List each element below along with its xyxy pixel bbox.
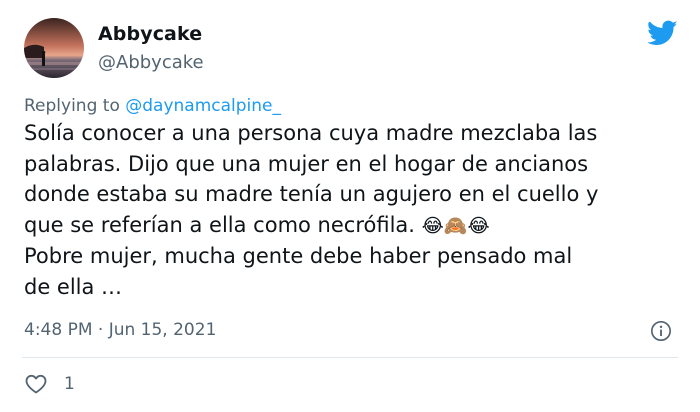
tweet-line-text: que se referían a ella como necrófila. <box>24 212 415 237</box>
like-button[interactable]: 1 <box>24 372 75 396</box>
avatar[interactable] <box>24 18 84 78</box>
tweet-text: Solía conocer a una persona cuya madre m… <box>24 118 684 302</box>
tears-of-joy-emoji: 😂 <box>467 214 490 237</box>
tweet-line: Pobre mujer, mucha gente debe haber pens… <box>24 244 573 268</box>
tweet-line: palabras. Dijo que una mujer en el hogar… <box>24 151 589 176</box>
tweet-timestamp[interactable]: 4:48 PM · Jun 15, 2021 <box>24 320 216 340</box>
info-icon[interactable] <box>650 320 672 342</box>
author-display-name[interactable]: Abbycake <box>98 23 202 45</box>
tweet-line: Solía conocer a una persona cuya madre m… <box>24 121 598 145</box>
divider <box>22 357 678 358</box>
reply-mention-link[interactable]: @daynamcalpine_ <box>125 96 281 116</box>
avatar-image <box>24 18 84 78</box>
replying-to: Replying to @daynamcalpine_ <box>24 96 281 116</box>
twitter-bird-icon[interactable] <box>648 20 678 46</box>
replying-to-label: Replying to <box>24 96 126 116</box>
tweet-line-with-emojis: que se referían a ella como necrófila. 😂… <box>24 210 684 242</box>
like-count: 1 <box>64 374 75 394</box>
see-no-evil-monkey-emoji: 🙈 <box>443 214 468 237</box>
tears-of-joy-emoji: 😂 <box>421 214 444 237</box>
heart-icon <box>25 374 47 394</box>
author-handle[interactable]: @Abbycake <box>98 52 204 73</box>
tweet-line: de ella … <box>24 274 123 299</box>
tweet-line: donde estaba su madre tenía un agujero e… <box>24 182 599 206</box>
